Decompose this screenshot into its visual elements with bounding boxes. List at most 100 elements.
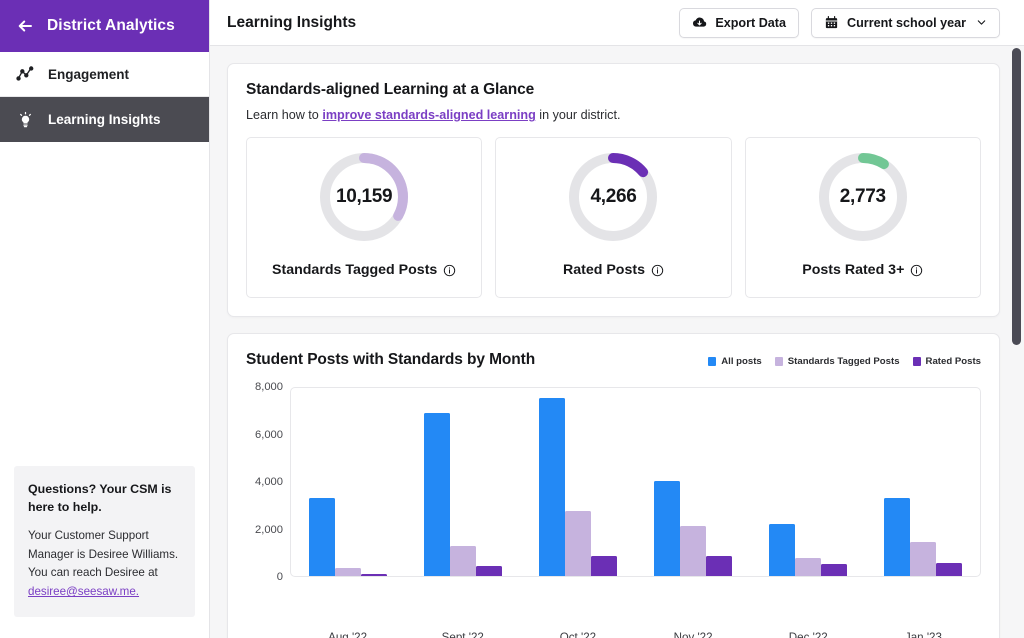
bar-group bbox=[521, 388, 636, 576]
bar-set bbox=[309, 388, 388, 576]
legend-item: Rated Posts bbox=[912, 356, 981, 367]
x-axis-tick-label: Aug '22 bbox=[328, 631, 368, 638]
plot-area bbox=[290, 387, 981, 577]
x-axis-tick-label: Sept '22 bbox=[441, 631, 484, 638]
x-axis-tick-label: Jan '23 bbox=[904, 631, 942, 638]
bar[interactable] bbox=[476, 566, 503, 576]
donut-chart: 10,159 bbox=[316, 149, 412, 245]
info-circle-icon[interactable] bbox=[443, 264, 456, 277]
bar[interactable] bbox=[450, 545, 477, 576]
glance-title: Standards-aligned Learning at a Glance bbox=[246, 81, 535, 98]
metric-tiles: 10,159 Standards Tagged Posts 4,266 Rate… bbox=[246, 137, 981, 298]
bar[interactable] bbox=[705, 556, 732, 576]
bar[interactable] bbox=[335, 568, 362, 576]
top-bar: Learning Insights Export Data Current sc… bbox=[210, 0, 1024, 46]
bar[interactable] bbox=[653, 481, 680, 576]
export-data-label: Export Data bbox=[715, 15, 787, 30]
metric-tile-standards-tagged-posts[interactable]: 10,159 Standards Tagged Posts bbox=[246, 137, 483, 298]
improve-learning-link[interactable]: improve standards-aligned learning bbox=[322, 108, 535, 122]
arrow-left-icon[interactable] bbox=[16, 17, 34, 35]
metric-label: Rated Posts bbox=[562, 262, 645, 278]
school-year-label: Current school year bbox=[847, 15, 966, 30]
bar-group bbox=[635, 388, 750, 576]
metric-value: 2,773 bbox=[839, 186, 886, 207]
y-axis-tick: 2,000 bbox=[255, 523, 283, 536]
bar-set bbox=[539, 388, 618, 576]
metric-value: 4,266 bbox=[590, 186, 637, 207]
school-year-dropdown[interactable]: Current school year bbox=[811, 7, 1000, 38]
sidebar-item-engagement[interactable]: Engagement bbox=[0, 52, 209, 97]
glance-subtitle: Learn how to improve standards-aligned l… bbox=[246, 108, 981, 122]
x-axis-tick-label: Dec '22 bbox=[788, 631, 828, 638]
chart-title: Student Posts with Standards by Month bbox=[246, 351, 536, 368]
chart-legend: All posts Standards Tagged Posts Rated Pos… bbox=[708, 351, 981, 367]
metric-tile-posts-rated-3-plus[interactable]: 2,773 Posts Rated 3+ bbox=[744, 137, 981, 298]
bar[interactable] bbox=[591, 556, 618, 576]
bar-set bbox=[424, 388, 503, 576]
bar-group bbox=[865, 388, 980, 576]
metric-value: 10,159 bbox=[335, 186, 393, 207]
legend-label: All posts bbox=[721, 356, 762, 367]
legend-label: Standards Tagged Posts bbox=[787, 356, 900, 367]
bar[interactable] bbox=[768, 523, 795, 576]
x-axis-tick-label: Oct '22 bbox=[559, 631, 597, 638]
x-axis: Aug '22 Sept '22 Oct '22 Nov '22 Dec '22 Jan … bbox=[246, 622, 981, 638]
metric-label: Posts Rated 3+ bbox=[802, 262, 905, 278]
bar-set bbox=[768, 388, 847, 576]
page-title: Learning Insights bbox=[227, 13, 357, 31]
info-circle-icon[interactable] bbox=[651, 264, 664, 277]
csm-help-text: Your Customer Support Manager is Desiree… bbox=[28, 529, 179, 579]
metric-label: Standards Tagged Posts bbox=[272, 262, 438, 278]
legend-label: Rated Posts bbox=[925, 356, 981, 367]
app-root: District Analytics Engagement Learning I… bbox=[0, 0, 1024, 638]
chart-header: Student Posts with Standards by Month Al… bbox=[246, 351, 981, 369]
vertical-scrollbar-track[interactable] bbox=[1012, 48, 1021, 635]
bar[interactable] bbox=[935, 563, 962, 576]
bar[interactable] bbox=[309, 497, 336, 576]
bar[interactable] bbox=[679, 525, 706, 576]
main-area: Learning Insights Export Data Current sc… bbox=[210, 0, 1024, 638]
info-circle-icon[interactable] bbox=[910, 264, 923, 277]
bar[interactable] bbox=[424, 413, 451, 576]
bar[interactable] bbox=[794, 557, 821, 576]
y-axis-tick: 6,000 bbox=[255, 428, 283, 441]
donut-chart: 2,773 bbox=[815, 149, 911, 245]
bar-set bbox=[653, 388, 732, 576]
bar[interactable] bbox=[565, 511, 592, 576]
bar-group bbox=[406, 388, 521, 576]
bar-group bbox=[291, 388, 406, 576]
vertical-scrollbar-thumb[interactable] bbox=[1012, 48, 1021, 345]
csm-help-body: Your Customer Support Manager is Desiree… bbox=[28, 527, 181, 601]
cloud-download-icon bbox=[692, 15, 707, 30]
metric-label-row: Standards Tagged Posts bbox=[272, 262, 456, 278]
legend-item: All posts bbox=[708, 356, 762, 367]
bar[interactable] bbox=[361, 574, 388, 576]
brand-label: District Analytics bbox=[47, 17, 175, 34]
content-scroll-area[interactable]: Standards-aligned Learning at a Glance L… bbox=[210, 46, 1024, 638]
x-axis-tick-label: Nov '22 bbox=[673, 631, 713, 638]
chart-card: Student Posts with Standards by Month Al… bbox=[227, 333, 1000, 638]
metric-label-row: Rated Posts bbox=[563, 262, 664, 278]
sidebar-item-label: Engagement bbox=[48, 66, 130, 82]
line-chart-icon bbox=[16, 65, 35, 84]
bar[interactable] bbox=[909, 541, 936, 576]
bar[interactable] bbox=[820, 564, 847, 576]
legend-swatch bbox=[774, 357, 783, 366]
y-axis-tick: 4,000 bbox=[255, 476, 283, 488]
bar[interactable] bbox=[539, 397, 566, 576]
donut-chart: 4,266 bbox=[565, 149, 661, 245]
csm-help-title: Questions? Your CSM is here to help. bbox=[28, 482, 172, 514]
sidebar-brand[interactable]: District Analytics bbox=[0, 0, 209, 52]
sidebar-item-learning-insights[interactable]: Learning Insights bbox=[0, 97, 209, 142]
export-data-button[interactable]: Export Data bbox=[679, 7, 800, 38]
csm-email-link[interactable]: desiree@seesaw.me. bbox=[28, 583, 139, 601]
y-axis-tick: 8,000 bbox=[255, 381, 283, 393]
glance-sub-after: in your district. bbox=[535, 108, 621, 122]
csm-help-box: Questions? Your CSM is here to help. You… bbox=[14, 466, 195, 618]
glance-sub-before: Learn how to bbox=[246, 108, 323, 122]
chart-plot-wrap: 0 2,000 4,000 6,000 8,000 bbox=[246, 381, 981, 622]
bar[interactable] bbox=[883, 497, 910, 576]
x-axis-labels: Aug '22 Sept '22 Oct '22 Nov '22 Dec '22 Jan … bbox=[290, 631, 981, 638]
metric-tile-rated-posts[interactable]: 4,266 Rated Posts bbox=[495, 137, 732, 298]
legend-swatch bbox=[912, 357, 921, 366]
